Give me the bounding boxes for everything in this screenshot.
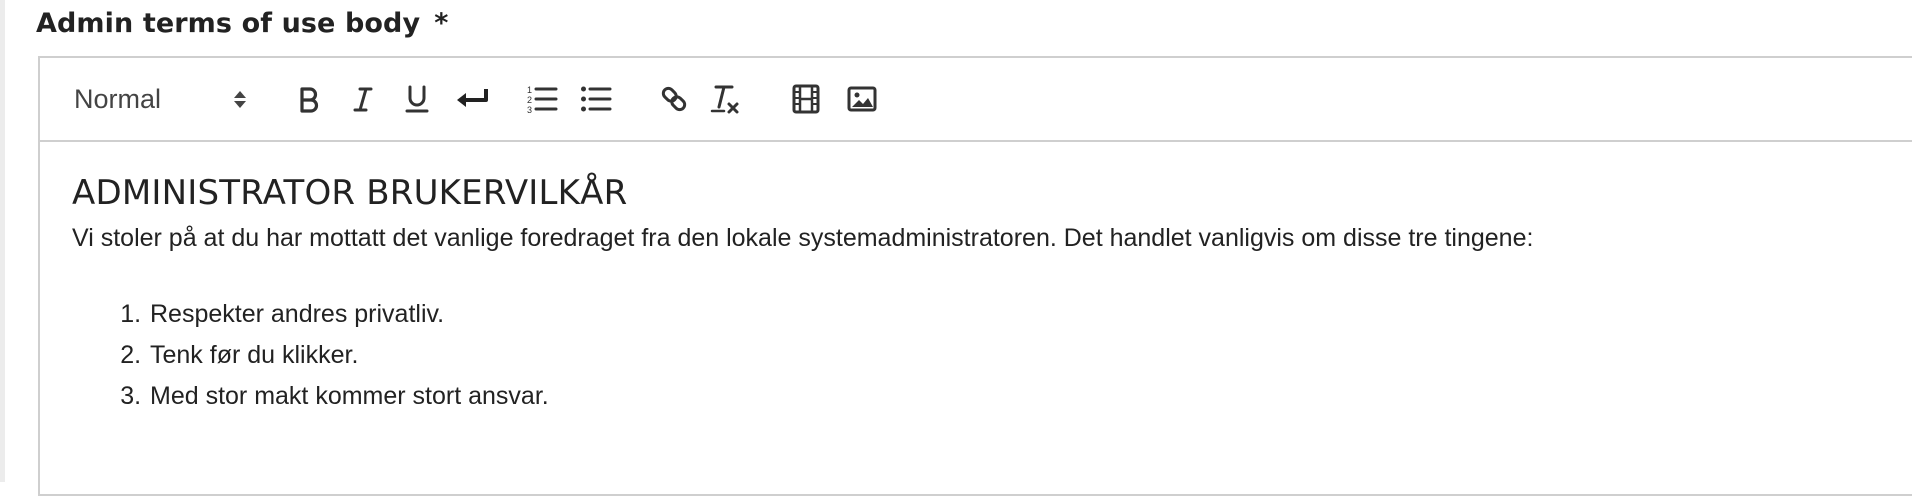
select-arrows-icon (234, 90, 246, 108)
ordered-list-button[interactable]: 1 2 3 (522, 76, 562, 122)
document-heading: ADMINISTRATOR BRUKERVILKÅR (72, 173, 628, 213)
document-paragraph: Vi stoler på at du har mottatt det vanli… (72, 224, 1534, 252)
field-label: Admin terms of use body * (36, 8, 448, 39)
italic-button[interactable] (344, 76, 382, 122)
italic-icon (353, 87, 373, 112)
image-icon (847, 86, 877, 112)
underline-button[interactable] (398, 76, 436, 122)
field-label-text: Admin terms of use body (36, 8, 421, 39)
editor-content[interactable]: ADMINISTRATOR BRUKERVILKÅR Vi stoler på … (40, 142, 1912, 417)
ordered-list-icon: 1 2 3 (527, 85, 558, 114)
link-icon (661, 86, 687, 112)
clear-format-icon (710, 85, 739, 114)
format-select[interactable]: Normal (74, 76, 254, 122)
svg-text:2: 2 (527, 95, 532, 105)
required-marker: * (434, 8, 449, 39)
list-item: Med stor makt kommer stort ansvar. (148, 376, 1904, 417)
video-button[interactable] (786, 76, 826, 122)
list-item: Respekter andres privatliv. (148, 294, 1904, 335)
editor-toolbar: Normal 1 2 3 (40, 58, 1912, 142)
underline-icon (405, 85, 429, 113)
bold-button[interactable] (290, 76, 328, 122)
list-item: Tenk før du klikker. (148, 335, 1904, 376)
film-icon (792, 84, 820, 114)
bold-icon (300, 87, 319, 113)
format-select-value: Normal (74, 83, 162, 114)
link-button[interactable] (654, 76, 694, 122)
line-break-button[interactable] (450, 76, 496, 122)
svg-text:3: 3 (527, 105, 532, 114)
document-ordered-list: Respekter andres privatliv. Tenk før du … (72, 294, 1904, 417)
svg-text:1: 1 (527, 85, 532, 95)
left-gutter (0, 0, 5, 482)
clear-formatting-button[interactable] (706, 76, 746, 122)
rich-text-editor: Normal 1 2 3 ADMINISTRATOR BRUKERVILKÅR … (38, 56, 1912, 496)
return-icon (457, 89, 488, 107)
bullet-list-icon (581, 86, 612, 112)
bullet-list-button[interactable] (576, 76, 616, 122)
image-button[interactable] (842, 76, 882, 122)
